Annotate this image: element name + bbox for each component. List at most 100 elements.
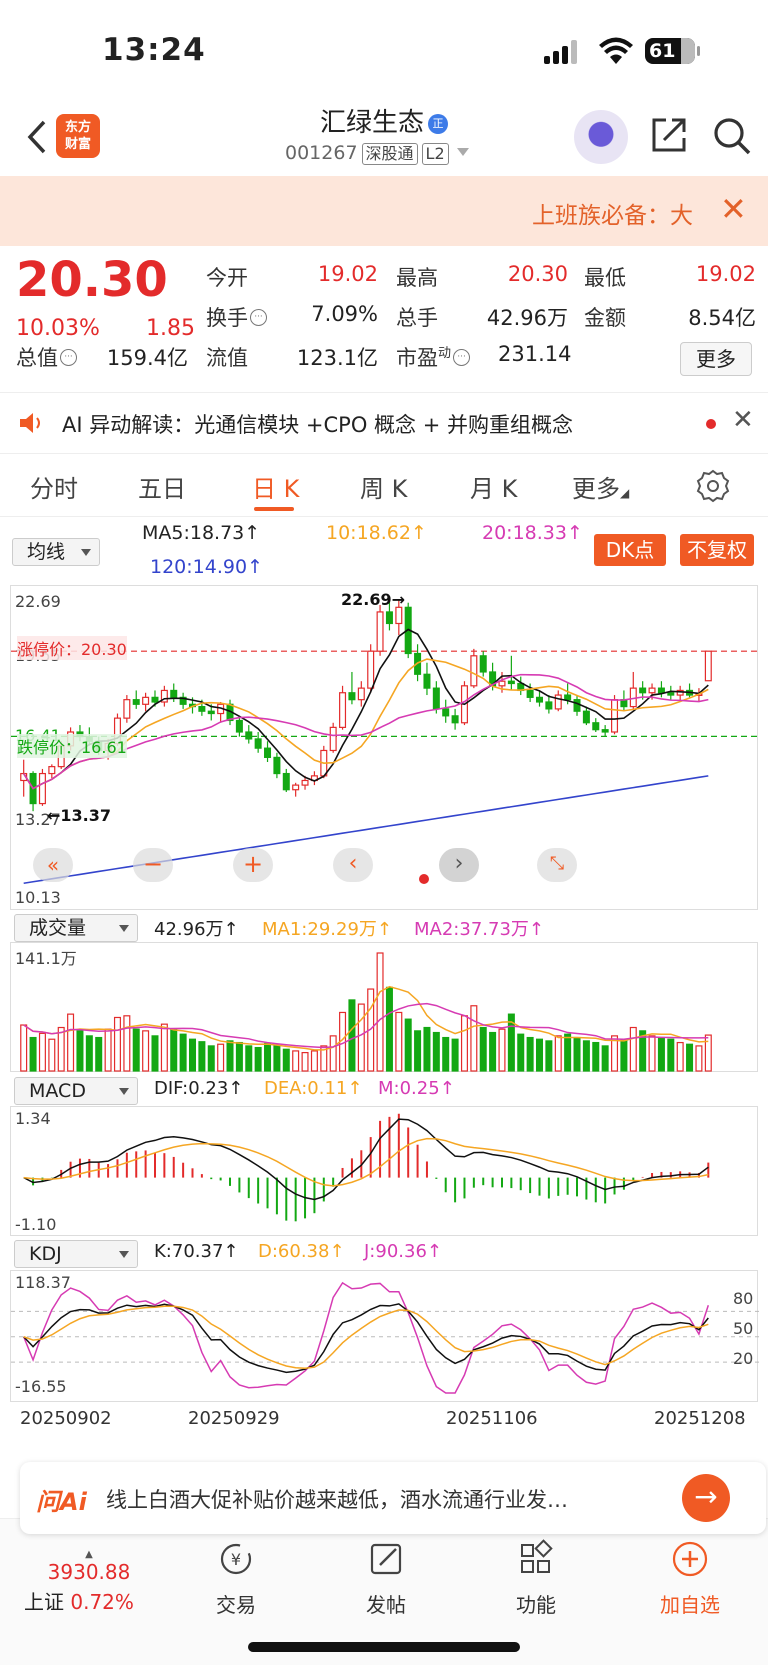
info-icon: ··· xyxy=(453,349,471,366)
volume-bar xyxy=(648,1035,656,1072)
kline-chart[interactable]: 22.69 19.55 16.41 13.27 10.13 涨停价：20.30 … xyxy=(10,585,759,910)
close-icon[interactable]: ✕ xyxy=(732,405,754,435)
low-marker: ←13.37 xyxy=(47,806,112,825)
fullscreen-button[interactable]: ⤡ xyxy=(537,848,577,882)
volume-bar xyxy=(545,1040,553,1072)
more-button[interactable]: 更多 xyxy=(680,342,752,376)
pe-value: 231.14 xyxy=(498,342,572,366)
candle xyxy=(545,701,553,710)
volume-select[interactable]: 成交量 xyxy=(14,914,138,942)
volume-bar xyxy=(301,1052,309,1072)
macd-top-label: 1.34 xyxy=(15,1109,51,1128)
ask-ai-bar[interactable]: 问Ai 线上白酒大促补贴价越来越低，酒水流通行业发… → xyxy=(20,1462,766,1534)
battery-icon: 61 xyxy=(645,38,700,64)
ma10-value: 10:18.62↑ xyxy=(326,522,427,544)
turnover-label: 换手 ··· xyxy=(206,302,267,332)
volume-bar xyxy=(226,1040,234,1072)
no-adjust-button[interactable]: 不复权 xyxy=(680,534,754,566)
candle xyxy=(629,687,637,708)
kdj-80-label: 80 xyxy=(733,1289,754,1308)
post-button[interactable]: 发帖 xyxy=(326,1539,446,1618)
candle xyxy=(526,689,534,698)
volume-svg xyxy=(20,952,712,1072)
volume-bar xyxy=(517,1033,525,1072)
candle xyxy=(648,687,656,694)
next-button[interactable]: › xyxy=(439,848,479,882)
kdj-top-label: 118.37 xyxy=(15,1273,71,1292)
index-name: 上证 xyxy=(24,1590,64,1614)
volume-max-label: 141.1万 xyxy=(15,949,77,968)
tab-more[interactable]: 更多◢ xyxy=(572,469,629,504)
macd-chart[interactable]: 1.34 -1.10 xyxy=(10,1106,758,1236)
gear-icon[interactable] xyxy=(696,469,730,503)
close-icon[interactable]: ✕ xyxy=(720,190,747,228)
date-label: 20251208 xyxy=(654,1408,746,1429)
candle xyxy=(198,705,206,712)
add-watchlist-button[interactable]: 加自选 xyxy=(630,1539,750,1618)
axis-top-label: 22.69 xyxy=(15,592,61,611)
search-icon[interactable] xyxy=(712,116,752,156)
candle xyxy=(376,611,384,652)
svg-text:¥: ¥ xyxy=(231,1550,241,1569)
kdj-chart[interactable]: 118.37 -16.55 80 50 20 xyxy=(10,1270,759,1402)
amount-value: 8.54亿 xyxy=(688,306,756,330)
quote-panel: 20.30 10.03% 1.85 今开 19.02 最高 20.30 最低 1… xyxy=(0,246,768,386)
arrow-right-icon[interactable]: → xyxy=(682,1474,730,1522)
index-value: 3930.88 xyxy=(47,1560,131,1584)
total-cap-value: 159.4亿 xyxy=(106,346,188,370)
dk-point-button[interactable]: DK点 xyxy=(594,534,666,566)
tab-five-day[interactable]: 五日 xyxy=(138,469,186,504)
volume-bar xyxy=(357,1003,365,1072)
volume-bar xyxy=(657,1036,665,1072)
candle xyxy=(38,772,46,805)
candle xyxy=(151,696,159,703)
ai-insight-row[interactable]: AI 异动解读：光通信模块 +CPO 概念 + 并购重组概念 ✕ xyxy=(0,392,768,454)
zoom-out-button[interactable]: − xyxy=(133,848,173,882)
tab-daily-k[interactable]: 日 K xyxy=(252,469,299,504)
kdj-j: J:90.36↑ xyxy=(364,1241,442,1262)
volume-ma2: MA2:37.73万↑ xyxy=(414,919,544,940)
candle xyxy=(395,606,403,625)
volume-bar xyxy=(489,1031,497,1072)
trade-button[interactable]: ¥ 交易 xyxy=(176,1539,296,1618)
volume-bar xyxy=(554,1035,562,1072)
volume-bar xyxy=(48,1038,56,1072)
prev-button[interactable]: ‹ xyxy=(333,848,373,882)
volume-bar xyxy=(460,1015,468,1072)
candle xyxy=(207,710,215,715)
candle xyxy=(601,729,609,733)
index-percent: 0.72% xyxy=(70,1590,134,1614)
dropdown-triangle-icon xyxy=(456,148,469,156)
volume-bar xyxy=(404,1018,412,1072)
candle xyxy=(704,650,712,682)
rewind-button[interactable]: « xyxy=(33,848,73,882)
tab-weekly-k[interactable]: 周 K xyxy=(360,469,407,504)
volume-bar xyxy=(160,1023,168,1072)
candle xyxy=(292,784,300,791)
ma20-value: 20:18.33↑ xyxy=(482,522,583,544)
share-icon[interactable] xyxy=(650,116,688,154)
volume-bar xyxy=(57,1026,65,1072)
kdj-d: D:60.38↑ xyxy=(258,1241,345,1262)
functions-button[interactable]: 功能 xyxy=(476,1539,596,1618)
volume-chart[interactable]: 141.1万 xyxy=(10,942,758,1072)
zoom-in-button[interactable]: + xyxy=(233,848,273,882)
macd-select[interactable]: MACD xyxy=(14,1077,138,1105)
speaker-icon xyxy=(20,413,40,433)
volume-bar xyxy=(95,1036,103,1072)
stock-code-row[interactable]: 001267 深股通 L2 xyxy=(285,142,469,165)
high-label: 最高 xyxy=(396,266,438,290)
promo-banner[interactable]: 上班族必备：大 ✕ xyxy=(0,176,768,246)
date-label: 20251106 xyxy=(446,1408,538,1429)
volume-bar xyxy=(601,1045,609,1072)
volume-bar xyxy=(564,1033,572,1072)
ai-robot-avatar[interactable] xyxy=(574,110,628,164)
tab-intraday[interactable]: 分时 xyxy=(30,469,78,504)
candle xyxy=(582,710,590,724)
tab-monthly-k[interactable]: 月 K xyxy=(470,469,517,504)
kdj-select[interactable]: KDJ xyxy=(14,1240,138,1268)
index-ticker[interactable]: ▲ 3930.88 上证 0.72% xyxy=(24,1549,154,1615)
kdj-bottom-label: -16.55 xyxy=(15,1377,67,1396)
ma-select[interactable]: 均线 xyxy=(12,538,100,566)
candle xyxy=(451,715,459,724)
